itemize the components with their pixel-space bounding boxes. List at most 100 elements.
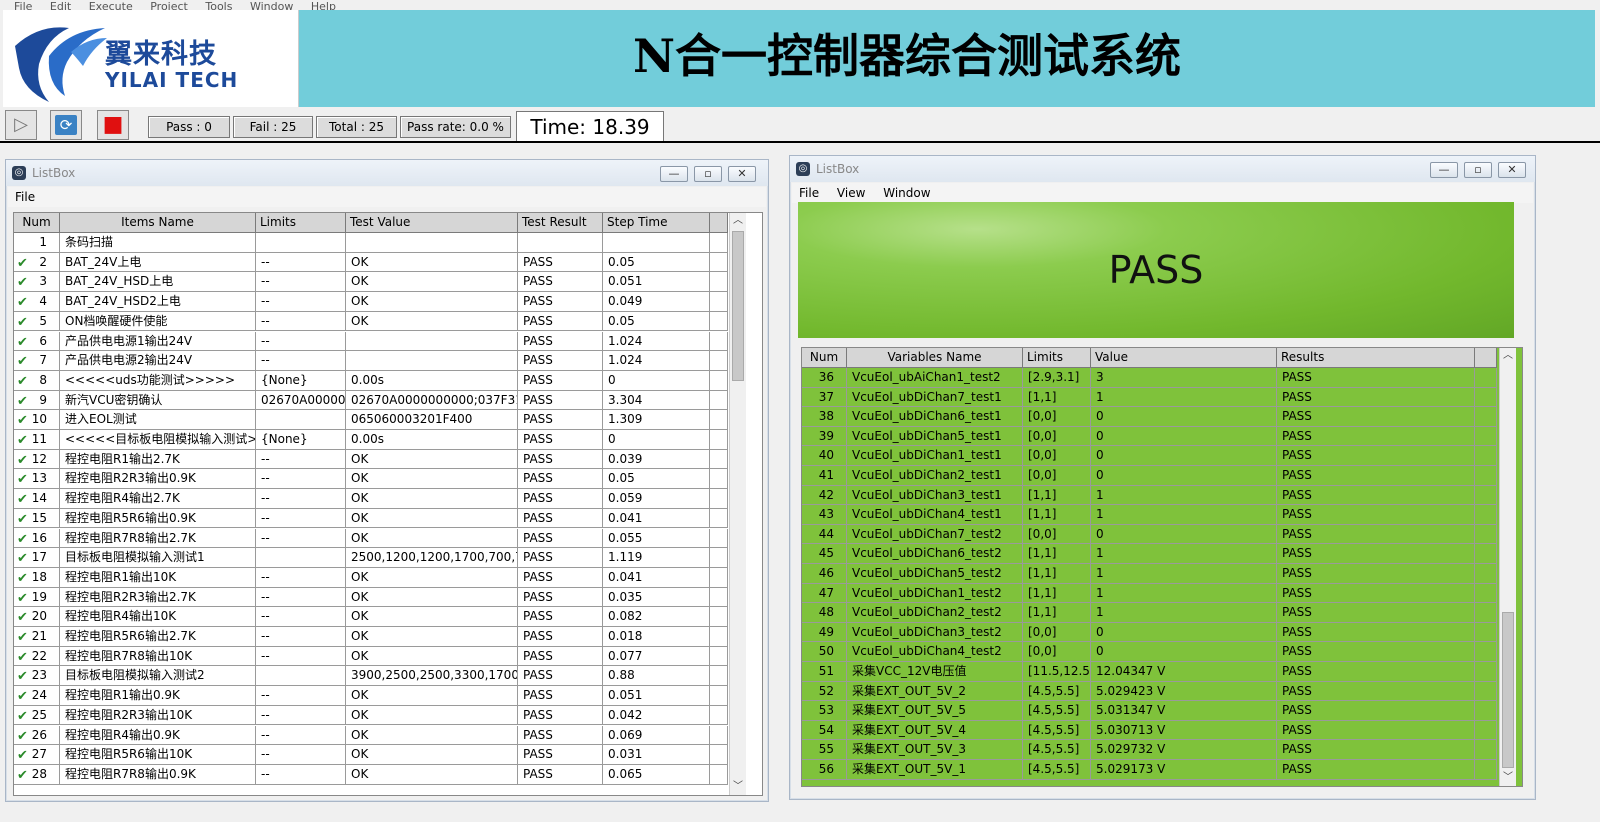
- cell-text: 程控电阻R5R6输出2.7K: [65, 629, 196, 643]
- table-row[interactable]: 26 ✔ 程控电阻R4输出0.9K -- OK PASS 0.069: [14, 725, 728, 746]
- pass-check-icon: ✔: [17, 610, 28, 626]
- column-header[interactable]: Results: [1277, 348, 1475, 368]
- fail-count: Fail : 25: [233, 116, 313, 138]
- table-row[interactable]: 19 ✔ 程控电阻R2R3输出2.7K -- OK PASS 0.035: [14, 587, 728, 608]
- table-row[interactable]: 28 ✔ 程控电阻R7R8输出0.9K -- OK PASS 0.065: [14, 764, 728, 785]
- table-row[interactable]: 42 VcuEol_ubDiChan3_test1 [1,1] 1 PASS: [802, 485, 1497, 506]
- column-header[interactable]: Variables Name: [847, 348, 1023, 368]
- table-cell-spacer: [710, 725, 728, 746]
- menu-file[interactable]: File: [8, 187, 42, 207]
- cell-text: 0.035: [608, 589, 643, 604]
- scroll-down-icon[interactable]: ﹀: [730, 779, 746, 795]
- table-row[interactable]: 27 ✔ 程控电阻R5R6输出10K -- OK PASS 0.031: [14, 745, 728, 765]
- table-row[interactable]: 6 ✔ 产品供电电源1输出24V -- PASS 1.024: [14, 331, 728, 352]
- table-row[interactable]: 3 ✔ BAT_24V_HSD上电 -- OK PASS 0.051: [14, 272, 728, 293]
- column-header[interactable]: Step Time: [603, 213, 710, 233]
- table-row[interactable]: 8 ✔ <<<<<uds功能测试>>>>> {None} 0.00s PASS 0: [14, 370, 728, 391]
- table-row[interactable]: 12 ✔ 程控电阻R1输出2.7K -- OK PASS 0.039: [14, 449, 728, 470]
- column-header[interactable]: Test Result: [518, 213, 603, 233]
- column-header[interactable]: Items Name: [60, 213, 256, 233]
- table-row[interactable]: 50 VcuEol_ubDiChan4_test2 [0,0] 0 PASS: [802, 642, 1497, 662]
- cell-text: 程控电阻R4输出2.7K: [65, 491, 180, 506]
- scroll-thumb[interactable]: [1502, 612, 1514, 768]
- cell-text: 程控电阻R7R8输出0.9K: [65, 766, 196, 781]
- table-cell: PASS: [1277, 760, 1475, 780]
- column-header[interactable]: Test Value: [346, 213, 518, 233]
- maximize-button[interactable]: ▫: [694, 166, 722, 182]
- minimize-button[interactable]: —: [660, 166, 688, 182]
- table-row[interactable]: 52 采集EXT_OUT_5V_2 [4.5,5.5] 5.029423 V PASS: [802, 681, 1497, 702]
- table-row[interactable]: 21 ✔ 程控电阻R5R6输出2.7K -- OK PASS 0.018: [14, 627, 728, 647]
- table-row[interactable]: 53 采集EXT_OUT_5V_5 [4.5,5.5] 5.031347 V PASS: [802, 701, 1497, 721]
- scroll-up-icon[interactable]: ︿: [730, 213, 746, 229]
- cell-text: PASS: [1282, 703, 1312, 718]
- stop-button[interactable]: ■: [97, 110, 129, 140]
- table-row[interactable]: 4 ✔ BAT_24V_HSD2上电 -- OK PASS 0.049: [14, 292, 728, 312]
- table-cell: BAT_24V_HSD2上电: [60, 292, 256, 312]
- table-row[interactable]: 2 ✔ BAT_24V上电 -- OK PASS 0.05: [14, 252, 728, 273]
- table-cell: 0: [1091, 524, 1277, 545]
- column-header[interactable]: Limits: [1023, 348, 1091, 368]
- cell-text: 4: [39, 294, 47, 309]
- window-titlebar[interactable]: ◎ ListBox — ▫ ✕: [790, 156, 1535, 182]
- table-row[interactable]: 9 ✔ 新汽VCU密钥确认 02670A000000 02670A0000000000;…: [14, 390, 728, 411]
- column-header[interactable]: Value: [1091, 348, 1277, 368]
- table-row[interactable]: 11✔ <<<<<目标板电阻模拟输入测试>>>>> {None} 0.00s PASS 0: [14, 430, 728, 450]
- menu-file[interactable]: File: [792, 183, 826, 203]
- table-row[interactable]: 44 VcuEol_ubDiChan7_test2 [0,0] 0 PASS: [802, 524, 1497, 545]
- refresh-button[interactable]: ⟳: [50, 110, 82, 140]
- table-cell: 目标板电阻模拟输入测试1: [60, 548, 256, 568]
- table-row[interactable]: 13 ✔ 程控电阻R2R3输出0.9K -- OK PASS 0.05: [14, 469, 728, 490]
- table-row[interactable]: 49 VcuEol_ubDiChan3_test2 [0,0] 0 PASS: [802, 622, 1497, 643]
- table-cell-spacer: [710, 745, 728, 765]
- table-row[interactable]: 45 VcuEol_ubDiChan6_test2 [1,1] 1 PASS: [802, 544, 1497, 564]
- table-row[interactable]: 55 采集EXT_OUT_5V_3 [4.5,5.5] 5.029732 V PASS: [802, 740, 1497, 760]
- vertical-scrollbar[interactable]: ︿ ﹀: [729, 213, 746, 795]
- table-row[interactable]: 25 ✔ 程控电阻R2R3输出10K -- OK PASS 0.042: [14, 705, 728, 726]
- column-header[interactable]: Num: [802, 348, 847, 368]
- close-button[interactable]: ✕: [728, 166, 756, 182]
- close-button[interactable]: ✕: [1498, 162, 1526, 178]
- scroll-thumb[interactable]: [732, 231, 744, 381]
- cell-text: 5.029732 V: [1096, 742, 1166, 757]
- minimize-button[interactable]: —: [1430, 162, 1458, 178]
- run-button[interactable]: ▷: [5, 110, 37, 140]
- table-row[interactable]: 54 采集EXT_OUT_5V_4 [4.5,5.5] 5.030713 V PASS: [802, 720, 1497, 741]
- window-titlebar[interactable]: ◎ ListBox — ▫ ✕: [6, 160, 768, 186]
- table-row[interactable]: 56 采集EXT_OUT_5V_1 [4.5,5.5] 5.029173 V PASS: [802, 760, 1497, 780]
- table-row[interactable]: 46 VcuEol_ubDiChan5_test2 [1,1] 1 PASS: [802, 564, 1497, 584]
- table-row[interactable]: 16 ✔ 程控电阻R7R8输出2.7K -- OK PASS 0.055: [14, 528, 728, 549]
- scroll-up-icon[interactable]: ︿: [1500, 348, 1516, 364]
- menu-window[interactable]: Window: [876, 183, 937, 203]
- table-row[interactable]: 48 VcuEol_ubDiChan2_test2 [1,1] 1 PASS: [802, 603, 1497, 623]
- table-row[interactable]: 38 VcuEol_ubDiChan6_test1 [0,0] 0 PASS: [802, 407, 1497, 427]
- table-row[interactable]: 39 VcuEol_ubDiChan5_test1 [0,0] 0 PASS: [802, 426, 1497, 447]
- table-row[interactable]: 20 ✔ 程控电阻R4输出10K -- OK PASS 0.082: [14, 607, 728, 627]
- table-row[interactable]: 47 VcuEol_ubDiChan1_test2 [1,1] 1 PASS: [802, 583, 1497, 604]
- cell-text: --: [261, 688, 270, 703]
- scroll-down-icon[interactable]: ﹀: [1500, 770, 1516, 786]
- table-row[interactable]: 22 ✔ 程控电阻R7R8输出10K -- OK PASS 0.077: [14, 646, 728, 667]
- table-row[interactable]: 36 VcuEol_ubAiChan1_test2 [2.9,3.1] 3 PASS: [802, 368, 1497, 388]
- table-row[interactable]: 7 ✔ 产品供电电源2输出24V -- PASS 1.024: [14, 351, 728, 371]
- table-row[interactable]: 18 ✔ 程控电阻R1输出10K -- OK PASS 0.041: [14, 567, 728, 588]
- table-cell: 0.051: [603, 686, 710, 706]
- maximize-button[interactable]: ▫: [1464, 162, 1492, 178]
- menu-view[interactable]: View: [830, 183, 872, 203]
- table-row[interactable]: 10 ✔ 进入EOL测试 065060003201F400 PASS 1.309: [14, 410, 728, 430]
- table-row[interactable]: 37 VcuEol_ubDiChan7_test1 [1,1] 1 PASS: [802, 387, 1497, 408]
- table-row[interactable]: 15 ✔ 程控电阻R5R6输出0.9K -- OK PASS 0.041: [14, 508, 728, 529]
- table-row[interactable]: 24 ✔ 程控电阻R1输出0.9K -- OK PASS 0.051: [14, 686, 728, 706]
- vertical-scrollbar[interactable]: ︿ ﹀: [1499, 348, 1516, 786]
- table-row[interactable]: 1 条码扫描: [14, 233, 728, 253]
- table-row[interactable]: 23✔ 目标板电阻模拟输入测试2 3900,2500,2500,3300,1700,…: [14, 666, 728, 687]
- table-row[interactable]: 43 VcuEol_ubDiChan4_test1 [1,1] 1 PASS: [802, 505, 1497, 525]
- column-header[interactable]: Num: [14, 213, 60, 233]
- table-row[interactable]: 51 采集VCC_12V电压值 [11.5,12.5] 12.04347 V PASS: [802, 662, 1497, 682]
- table-row[interactable]: 5 ✔ ON档唤醒硬件使能 -- OK PASS 0.05: [14, 311, 728, 332]
- table-row[interactable]: 17✔ 目标板电阻模拟输入测试1 2500,1200,1200,1700,700,7…: [14, 548, 728, 568]
- table-row[interactable]: 40 VcuEol_ubDiChan1_test1 [0,0] 0 PASS: [802, 446, 1497, 466]
- table-row[interactable]: 41 VcuEol_ubDiChan2_test1 [0,0] 0 PASS: [802, 466, 1497, 486]
- column-header[interactable]: Limits: [256, 213, 346, 233]
- table-row[interactable]: 14 ✔ 程控电阻R4输出2.7K -- OK PASS 0.059: [14, 489, 728, 509]
